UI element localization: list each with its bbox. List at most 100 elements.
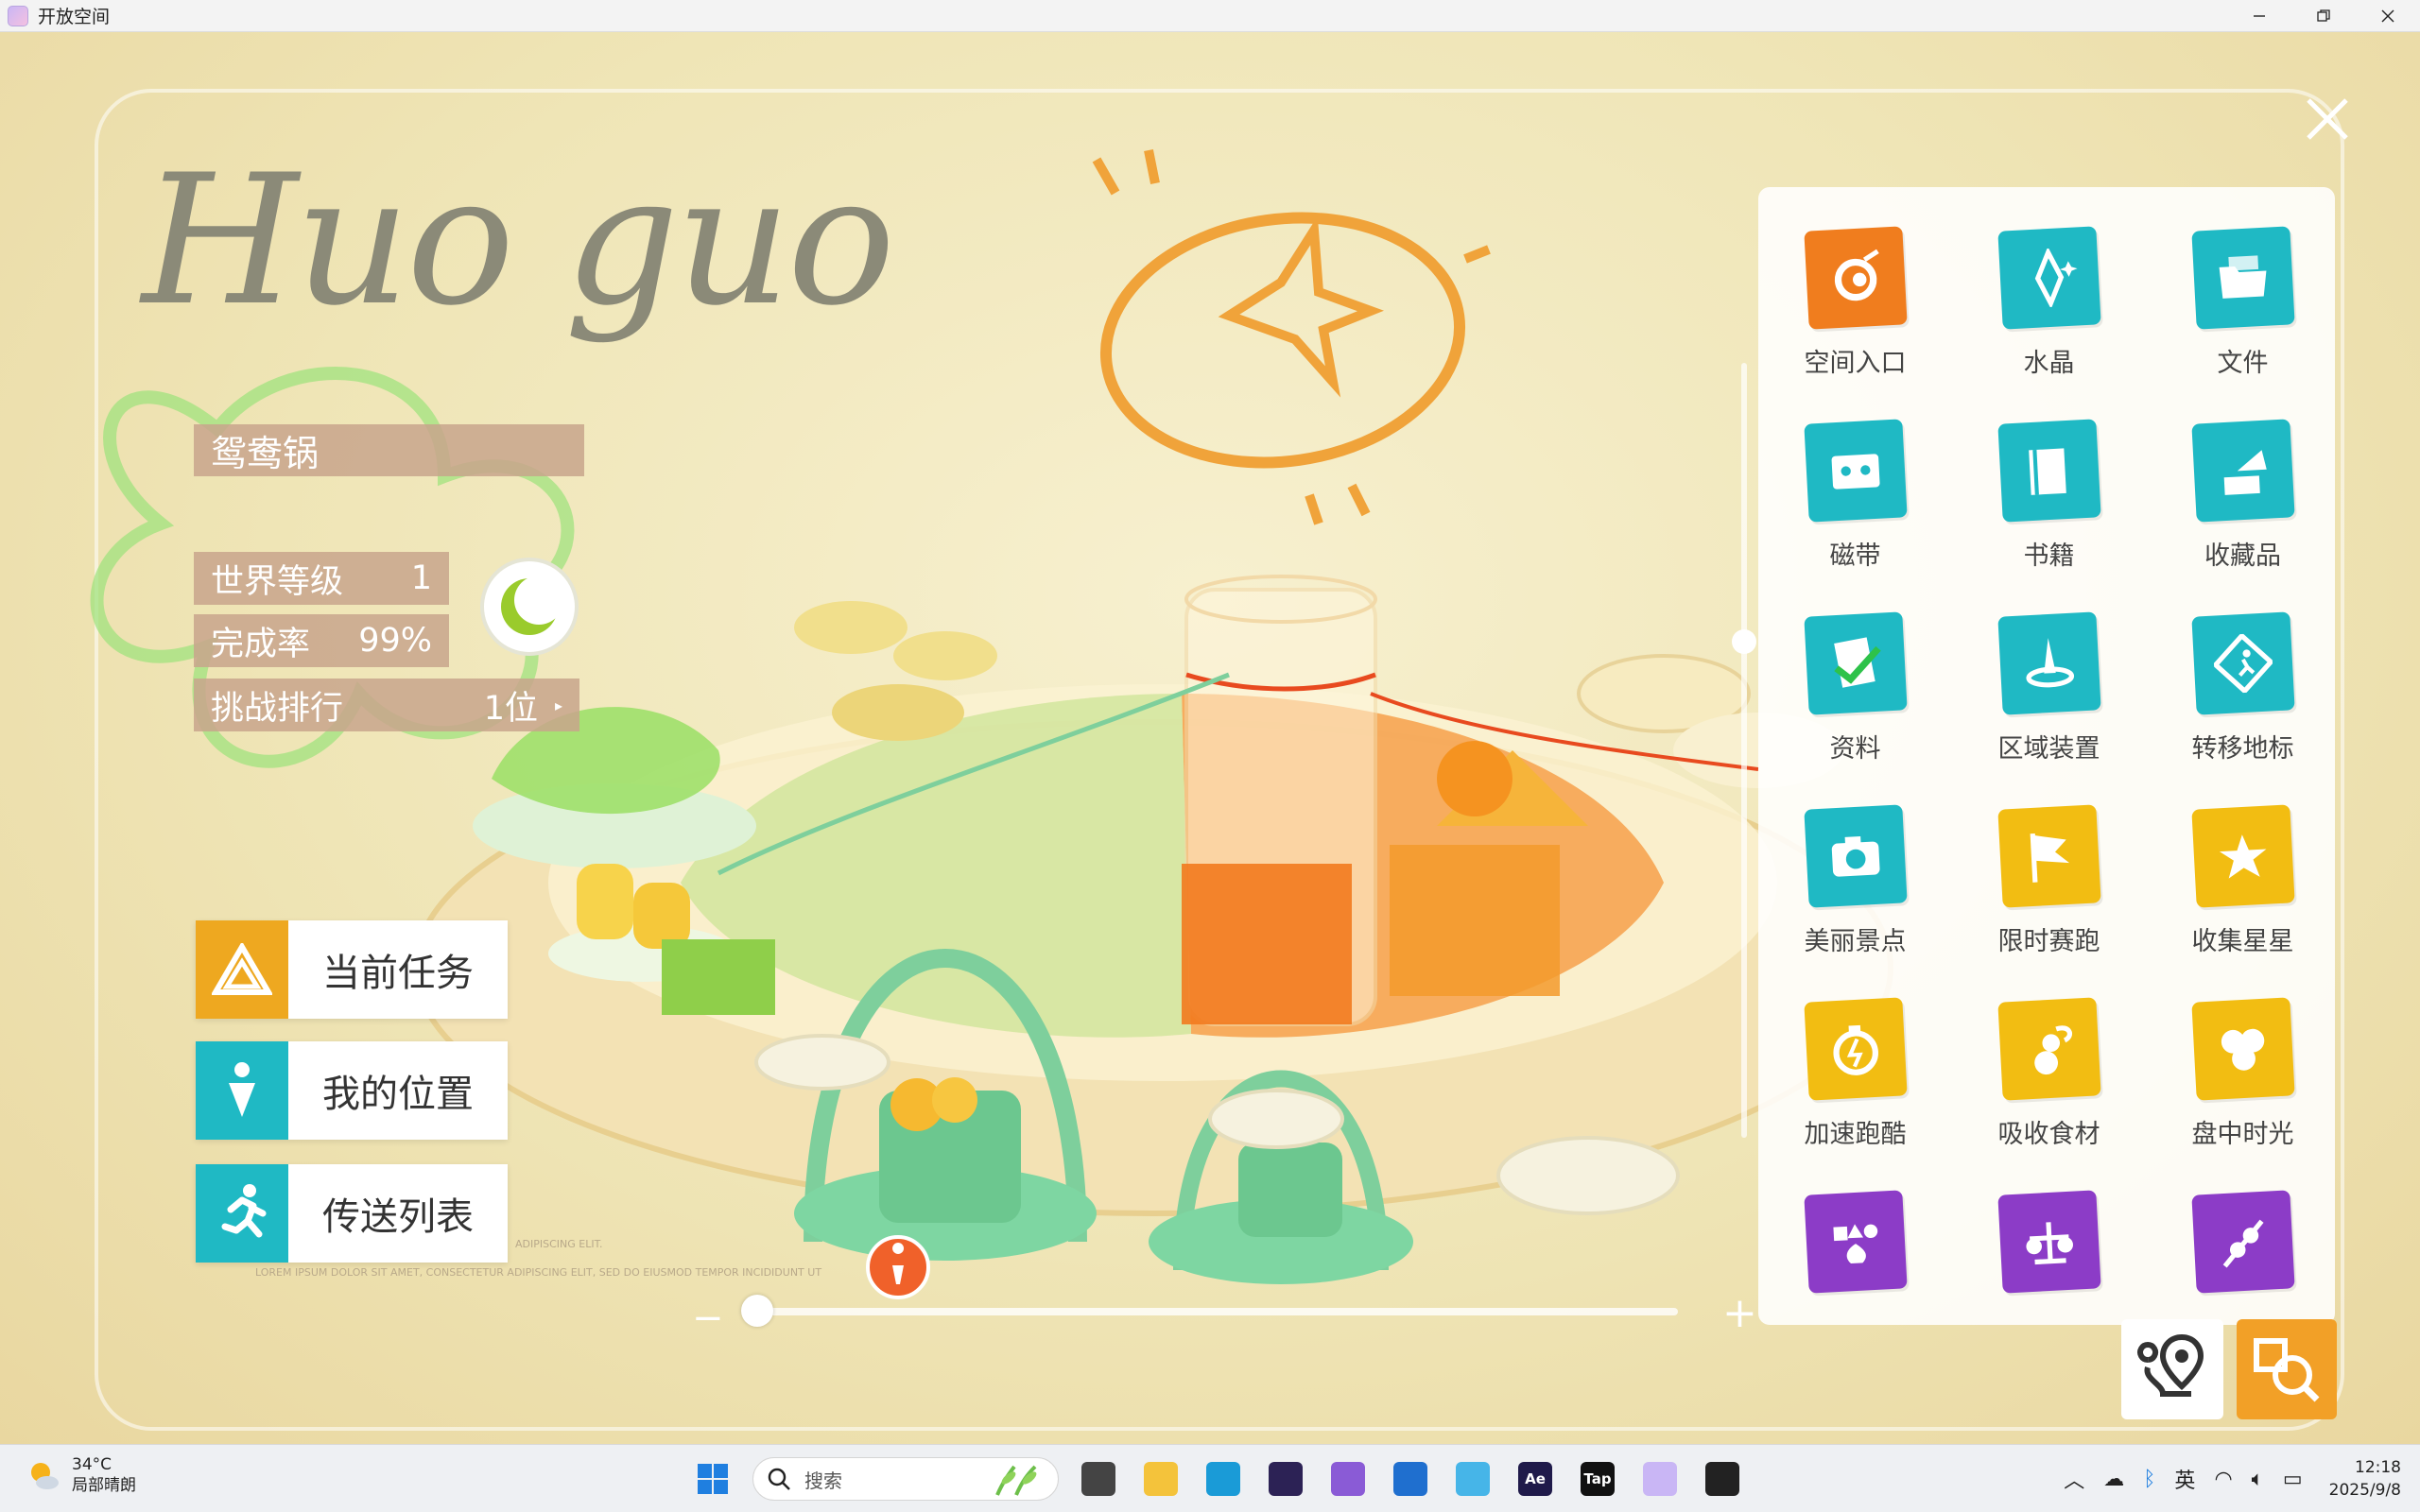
- maximize-button[interactable]: [2291, 0, 2356, 32]
- collection-item-cassette[interactable]: 磁带: [1758, 380, 1952, 573]
- taskbar-search[interactable]: 搜索: [752, 1457, 1059, 1501]
- collection-item-label: 水晶: [2023, 349, 2075, 378]
- collection-item-star[interactable]: 收集星星: [2146, 765, 2335, 958]
- camera-icon: [1803, 804, 1908, 908]
- collection-item-crystal[interactable]: 水晶: [1952, 187, 2146, 380]
- partly-sunny-icon: [31, 1463, 59, 1489]
- current-task-label: 当前任务: [322, 952, 474, 995]
- taskbar-app-taptap[interactable]: Tap: [1571, 1452, 1624, 1505]
- current-task-button[interactable]: 当前任务: [196, 920, 508, 1019]
- minimize-icon: [2254, 15, 2265, 17]
- taskbar-app-eclipse[interactable]: [1259, 1452, 1312, 1505]
- zoom-in-button[interactable]: +: [1722, 1289, 1757, 1337]
- collection-item-stopwatch[interactable]: 加速跑酷: [1758, 958, 1952, 1151]
- zoom-out-button[interactable]: −: [692, 1297, 724, 1340]
- teleport-list-label: 传送列表: [322, 1195, 474, 1239]
- search-icon: [768, 1468, 790, 1490]
- collection-item-plates[interactable]: 盘中时光: [2146, 958, 2335, 1151]
- collection-item-gourd[interactable]: 吸收食材: [1952, 958, 2146, 1151]
- collection-item-portal[interactable]: 空间入口: [1758, 187, 1952, 380]
- collection-item-label: 磁带: [1829, 541, 1881, 571]
- edge-icon: [1206, 1462, 1240, 1496]
- collection-item-runner-sign[interactable]: 转移地标: [2146, 573, 2335, 765]
- task-view-icon: [1081, 1462, 1115, 1496]
- vertical-slider-thumb[interactable]: [1732, 629, 1756, 654]
- zoom-slider-thumb[interactable]: [741, 1295, 773, 1327]
- taskbar-app-qq[interactable]: [1696, 1452, 1749, 1505]
- taskbar-app-store[interactable]: [1384, 1452, 1437, 1505]
- challenge-rank-stat[interactable]: 挑战排行 1位 ▸: [194, 679, 579, 731]
- teleport-list-button[interactable]: 传送列表: [196, 1164, 508, 1263]
- after-effects-icon: Ae: [1518, 1462, 1552, 1496]
- battery-icon[interactable]: ▭: [2283, 1468, 2303, 1491]
- collection-item-label: 书籍: [2023, 541, 2075, 571]
- collection-item-locked-16[interactable]: [1952, 1151, 2146, 1325]
- weather-widget[interactable]: 34°C 局部晴朗: [26, 1454, 136, 1496]
- qq-icon: [1705, 1462, 1739, 1496]
- completion-label: 完成率: [211, 625, 311, 663]
- map-search-button[interactable]: [2237, 1319, 2337, 1419]
- taskbar-app-qq-tool[interactable]: [1446, 1452, 1499, 1505]
- world-level-value: 1: [410, 559, 432, 597]
- challenge-rank-value: 1位: [483, 689, 538, 728]
- collection-item-label: 美丽景点: [1804, 927, 1907, 956]
- map-name-label: 鸳鸯锅: [194, 424, 584, 476]
- taskbar-apps: 搜索 Ae Tap: [686, 1452, 1758, 1505]
- collection-item-label: 空间入口: [1804, 349, 1907, 378]
- moon-badge-icon[interactable]: [480, 558, 579, 656]
- wifi-icon[interactable]: ◠: [2214, 1468, 2232, 1491]
- collection-item-gramophone[interactable]: 收藏品: [2146, 380, 2335, 573]
- taskbar-app-edge[interactable]: [1197, 1452, 1250, 1505]
- route-pin-icon: [2137, 1333, 2204, 1397]
- ime-indicator[interactable]: 英: [2174, 1464, 2195, 1494]
- game-viewport[interactable]: Huo guo 鸳鸯锅 世界等级 1 完成率 99% 挑战排行 1位 ▸ 当前任…: [0, 32, 2420, 1444]
- bluetooth-icon[interactable]: ᛒ: [2143, 1468, 2155, 1491]
- collection-panel[interactable]: 空间入口 水晶 文件磁带 书籍 收藏品资料 区域装置 转移地标美丽景点 限时赛跑 收集星星加速跑…: [1758, 187, 2335, 1325]
- clock[interactable]: 12:18 2025/9/8: [2329, 1456, 2401, 1502]
- route-map-button[interactable]: [2121, 1319, 2223, 1419]
- close-window-button[interactable]: [2356, 0, 2420, 32]
- collection-item-label: 吸收食材: [1997, 1120, 2100, 1149]
- runner-sign-icon: [2190, 611, 2295, 715]
- collection-item-label: 收藏品: [2204, 541, 2281, 571]
- collection-item-document-check[interactable]: 资料: [1758, 573, 1952, 765]
- completion-value: 99%: [358, 622, 432, 660]
- collection-item-locked-15[interactable]: [1758, 1151, 1952, 1325]
- world-level-label: 世界等级: [211, 562, 344, 601]
- collection-item-label: 限时赛跑: [1997, 927, 2100, 956]
- collection-item-flag[interactable]: 限时赛跑: [1952, 765, 2146, 958]
- collection-item-obelisk[interactable]: 区域装置: [1952, 573, 2146, 765]
- bamboo-highlight-icon: [995, 1465, 1037, 1496]
- clock-time: 12:18: [2355, 1458, 2401, 1477]
- world-level-stat: 世界等级 1: [194, 552, 449, 605]
- zoom-slider-track[interactable]: [756, 1308, 1678, 1315]
- speaker-icon[interactable]: 🔈︎: [2252, 1468, 2264, 1491]
- vertical-slider-track[interactable]: [1741, 363, 1747, 1138]
- weather-desc: 局部晴朗: [72, 1476, 136, 1495]
- triangle-icon: [196, 920, 288, 1019]
- start-button[interactable]: [686, 1452, 739, 1505]
- close-map-button[interactable]: [2299, 91, 2356, 147]
- cassette-icon: [1803, 419, 1908, 523]
- onedrive-cloud-icon[interactable]: ☁: [2103, 1468, 2124, 1491]
- search-placeholder: 搜索: [804, 1469, 842, 1492]
- taskbar-app-task-view[interactable]: [1072, 1452, 1125, 1505]
- collection-item-book[interactable]: 书籍: [1952, 380, 2146, 573]
- collection-item-locked-17[interactable]: [2146, 1151, 2335, 1325]
- minimize-button[interactable]: [2227, 0, 2291, 32]
- window-controls: [2227, 0, 2420, 32]
- my-location-button[interactable]: 我的位置: [196, 1041, 508, 1140]
- fire-shapes-icon: [1803, 1190, 1908, 1294]
- chevron-up-icon[interactable]: ︿: [2064, 1464, 2084, 1494]
- file-explorer-icon: [1144, 1462, 1178, 1496]
- system-tray: ︿ ☁ ᛒ 英 ◠ 🔈︎ ▭ 12:18 2025/9/8: [2054, 1445, 2401, 1512]
- document-check-icon: [1803, 611, 1908, 715]
- taskbar-app-file-explorer[interactable]: [1134, 1452, 1187, 1505]
- collection-item-label: 转移地标: [2191, 734, 2294, 764]
- collection-item-folder[interactable]: 文件: [2146, 187, 2335, 380]
- window-titlebar: 开放空间: [0, 0, 2420, 32]
- taskbar-app-game-app[interactable]: [1634, 1452, 1686, 1505]
- collection-item-camera[interactable]: 美丽景点: [1758, 765, 1952, 958]
- taskbar-app-after-effects[interactable]: Ae: [1509, 1452, 1562, 1505]
- taskbar-app-visual-studio[interactable]: [1322, 1452, 1374, 1505]
